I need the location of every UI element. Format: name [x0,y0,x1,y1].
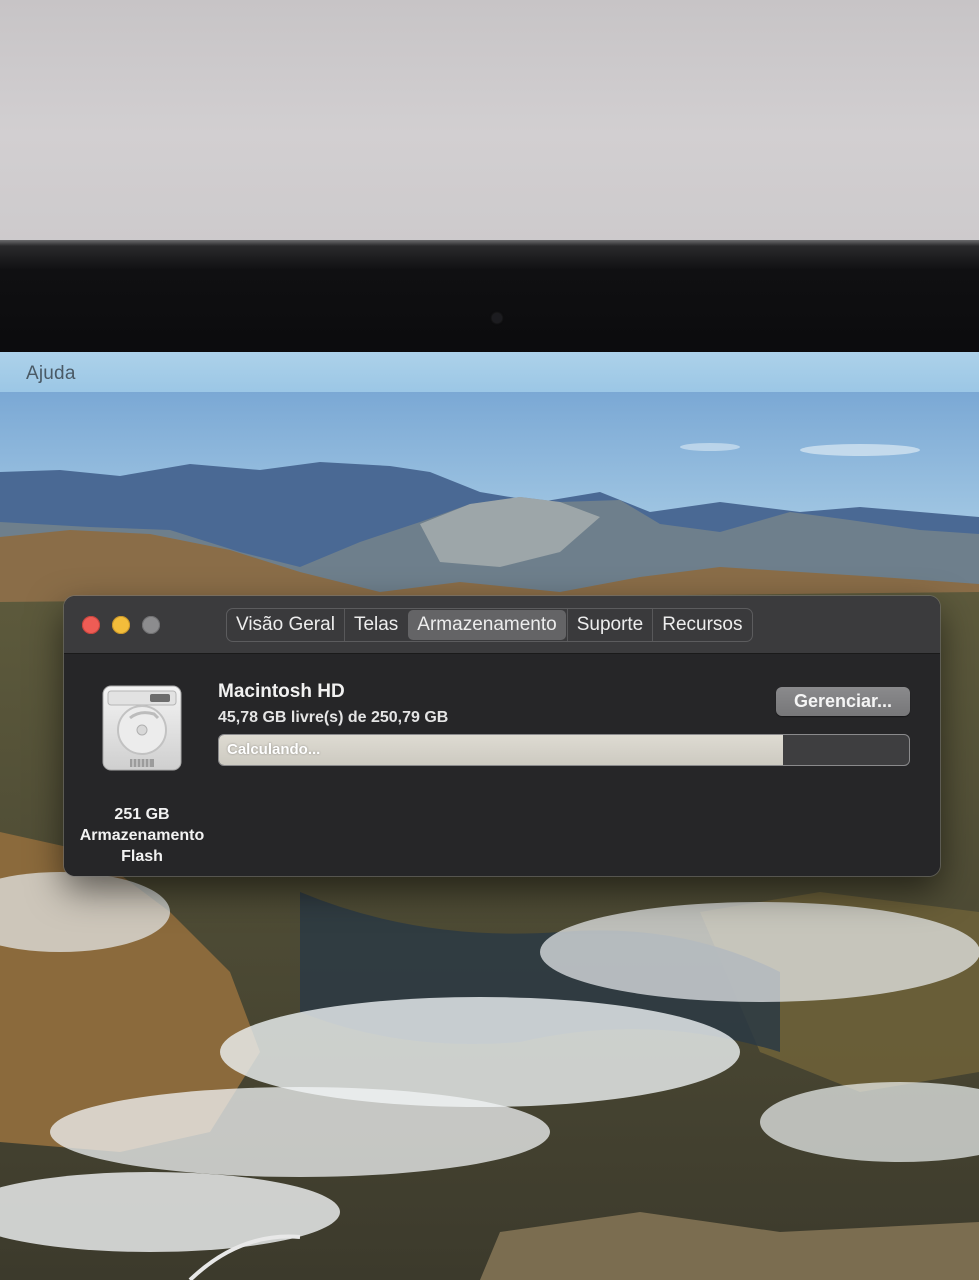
tab-suporte[interactable]: Suporte [566,609,653,641]
disk-capacity: 251 GB [114,806,170,823]
tab-armazenamento[interactable]: Armazenamento [408,610,566,640]
monitor-bezel [0,240,979,358]
tab-bar: Visão Geral Telas Armazenamento Suporte … [226,608,753,642]
volume-name: Macintosh HD [218,681,345,702]
storage-usage-status: Calculando... [227,741,321,758]
disk-caption: 251 GB Armazenamento Flash [64,804,220,867]
storage-usage-bar: Calculando... [218,734,910,766]
tab-recursos[interactable]: Recursos [652,609,751,641]
tab-visao-geral[interactable]: Visão Geral [227,609,344,641]
menu-bar: Ajuda [0,352,979,392]
disk-type-line1: Armazenamento [79,827,205,844]
minimize-button[interactable] [112,616,130,634]
window-titlebar: Visão Geral Telas Armazenamento Suporte … [64,596,940,654]
close-button[interactable] [82,616,100,634]
storage-panel: 251 GB Armazenamento Flash Macintosh HD … [64,654,940,876]
webcam [492,313,502,323]
disk-type-line2: Flash [121,848,163,865]
about-this-mac-window: Visão Geral Telas Armazenamento Suporte … [64,596,940,876]
tab-telas[interactable]: Telas [343,609,407,641]
volume-free-space: 45,78 GB livre(s) de 250,79 GB [218,709,449,726]
hard-drive-icon [102,685,182,771]
manage-button[interactable]: Gerenciar... [776,687,910,716]
desktop-screen: Ajuda Visão Geral Telas Armazenamento Su… [0,352,979,1280]
menu-item-ajuda[interactable]: Ajuda [26,363,76,385]
zoom-button[interactable] [142,616,160,634]
wall-background [0,0,979,245]
